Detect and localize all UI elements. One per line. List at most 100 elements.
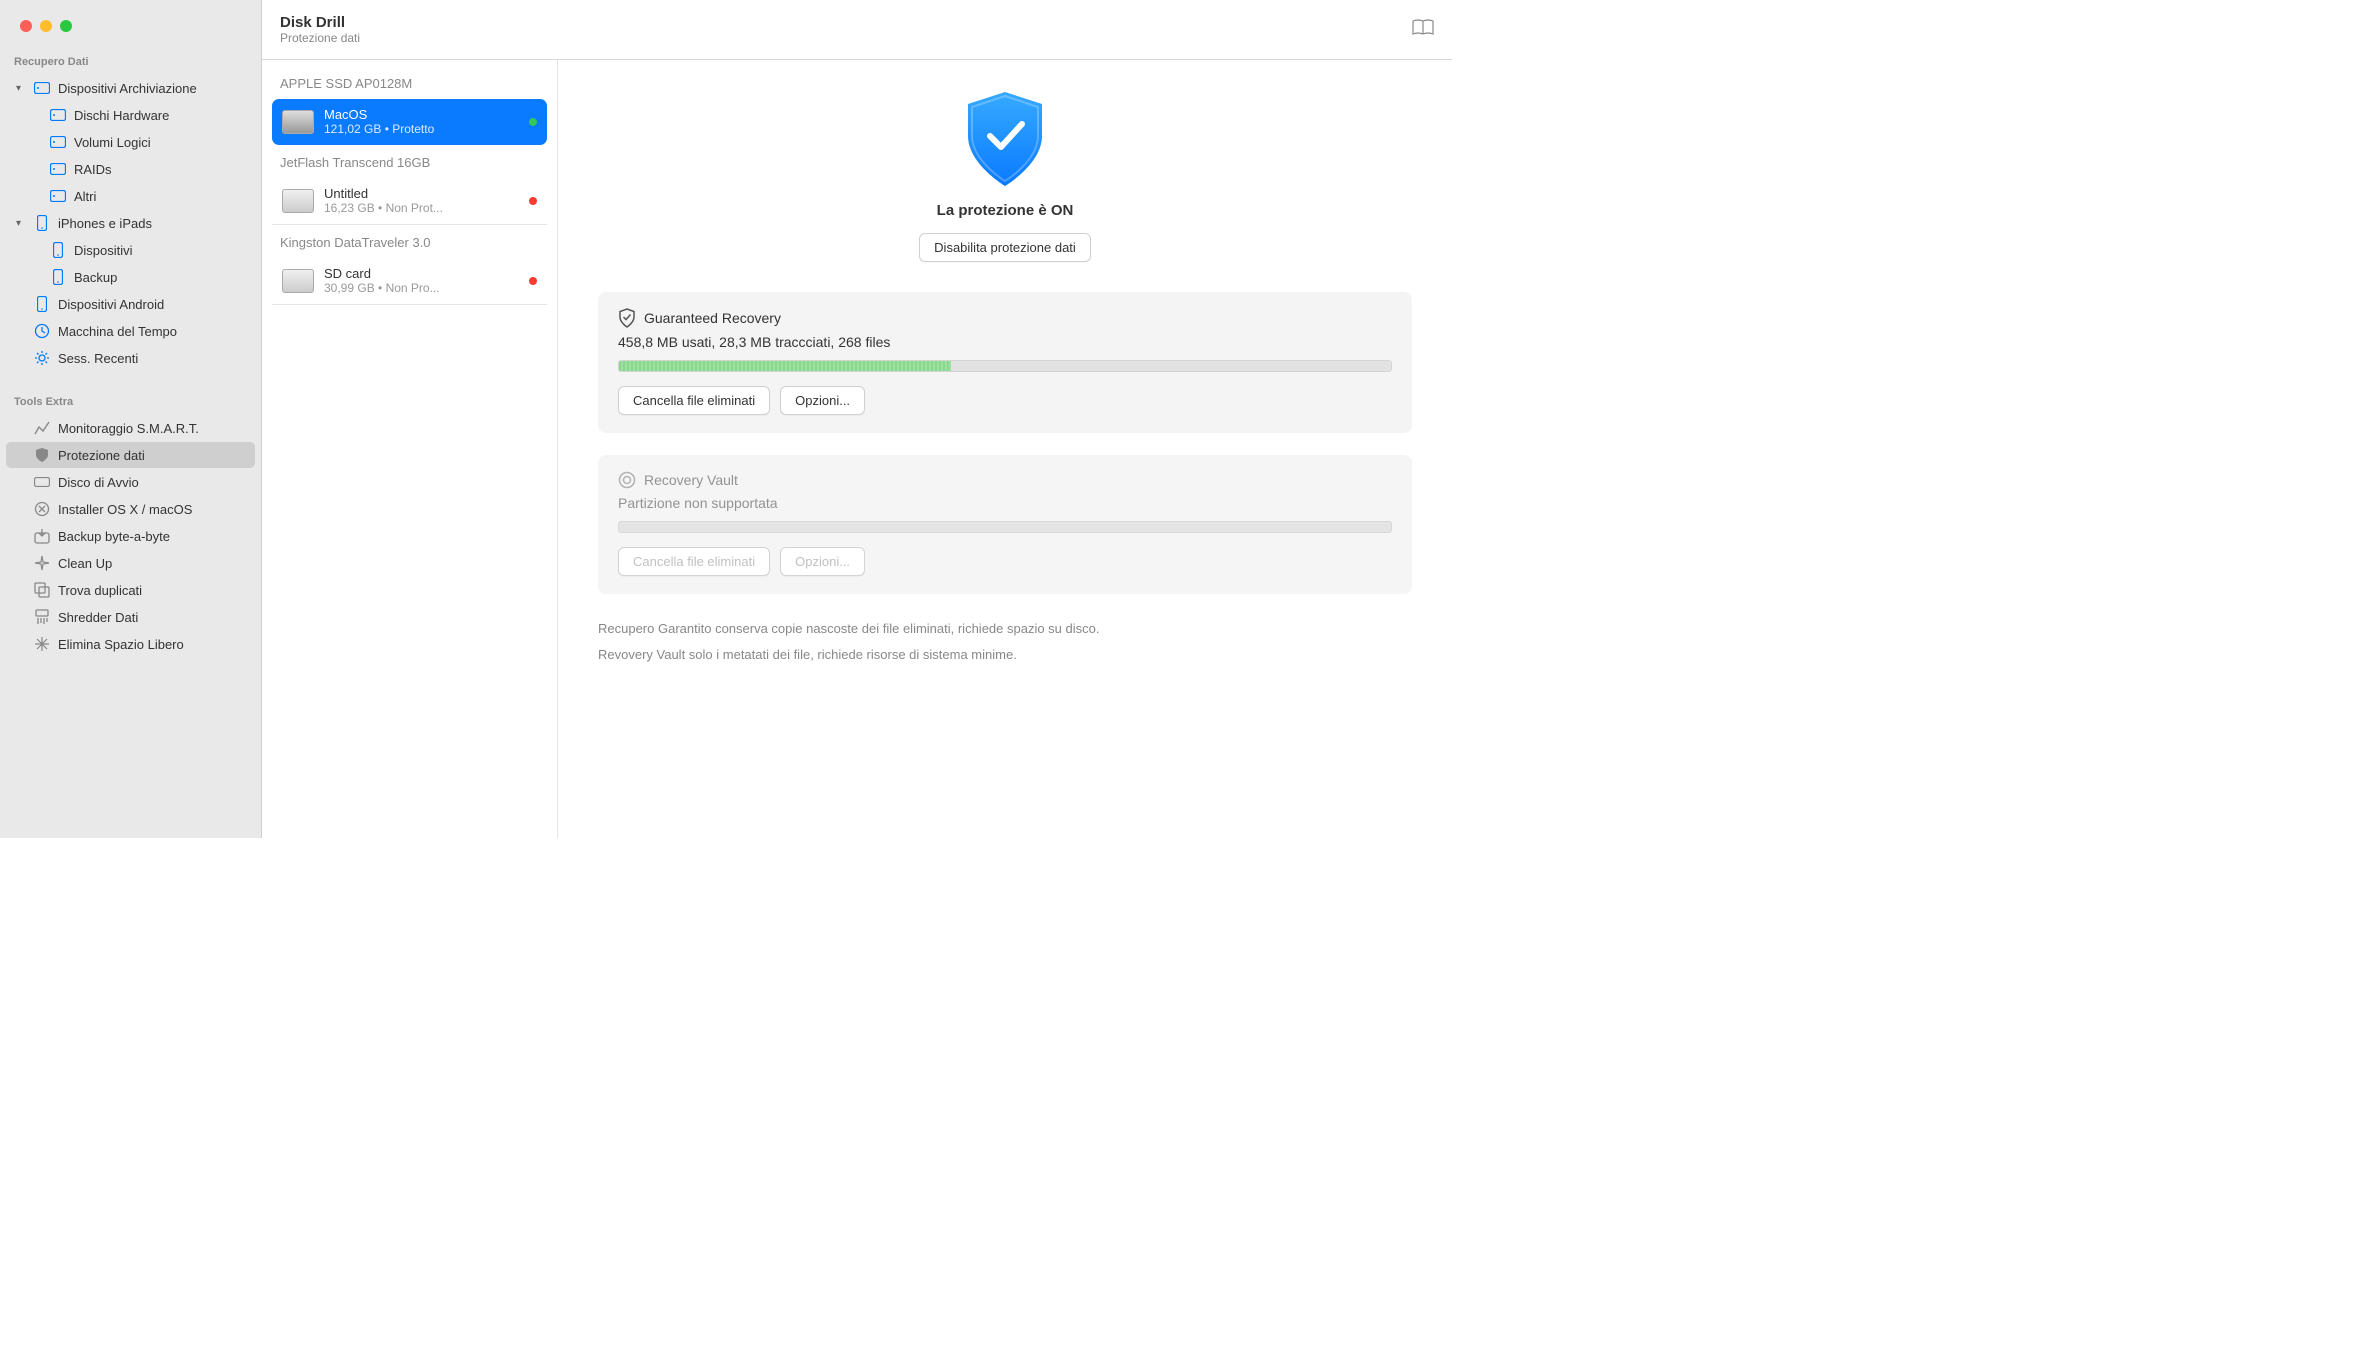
sidebar-label: Clean Up <box>58 556 112 571</box>
sidebar-item-iphones-ipads[interactable]: ▾ iPhones e iPads <box>6 210 255 236</box>
phone-icon <box>34 296 50 312</box>
gr-options-button[interactable]: Opzioni... <box>780 386 865 415</box>
sidebar-item-shredder[interactable]: Shredder Dati <box>6 604 255 630</box>
expand-icon <box>34 636 50 652</box>
status-dot-unprotected <box>529 277 537 285</box>
close-window-button[interactable] <box>20 20 32 32</box>
gr-clear-deleted-button[interactable]: Cancella file eliminati <box>618 386 770 415</box>
sidebar-item-installer[interactable]: Installer OS X / macOS <box>6 496 255 522</box>
help-button[interactable] <box>1412 19 1434 40</box>
gr-progress-fill <box>619 361 951 371</box>
sidebar-item-cleanup[interactable]: Clean Up <box>6 550 255 576</box>
clock-icon <box>34 323 50 339</box>
sidebar-item-byte-backup[interactable]: Backup byte-a-byte <box>6 523 255 549</box>
book-icon <box>1412 19 1434 37</box>
device-subtext: 16,23 GB • Non Prot... <box>324 201 519 215</box>
sidebar-item-boot-disk[interactable]: Disco di Avvio <box>6 469 255 495</box>
rv-clear-deleted-button: Cancella file eliminati <box>618 547 770 576</box>
panel-title: Guaranteed Recovery <box>644 310 781 326</box>
zoom-window-button[interactable] <box>60 20 72 32</box>
sidebar-item-duplicates[interactable]: Trova duplicati <box>6 577 255 603</box>
sidebar-item-data-protection[interactable]: Protezione dati <box>6 442 255 468</box>
sidebar-label: Disco di Avvio <box>58 475 139 490</box>
device-subtext: 30,99 GB • Non Pro... <box>324 281 519 295</box>
backup-icon <box>34 528 50 544</box>
external-drive-icon <box>282 189 314 213</box>
sidebar-item-recent-sessions[interactable]: Sess. Recenti <box>6 345 255 371</box>
drive-icon <box>50 134 66 150</box>
app-title: Disk Drill <box>280 14 360 31</box>
footnote-1: Recupero Garantito conserva copie nascos… <box>598 616 1412 642</box>
panel-title: Recovery Vault <box>644 472 738 488</box>
gr-progress-bar <box>618 360 1392 372</box>
device-list: APPLE SSD AP0128M MacOS 121,02 GB • Prot… <box>262 60 558 838</box>
device-group-header: APPLE SSD AP0128M <box>272 66 547 99</box>
sidebar-item-storage-devices[interactable]: ▾ Dispositivi Archiviazione <box>6 75 255 101</box>
sidebar-label: Backup <box>74 270 117 285</box>
drive-icon <box>50 188 66 204</box>
device-name: Untitled <box>324 186 519 201</box>
sidebar-item-raids[interactable]: RAIDs <box>6 156 255 182</box>
sidebar-label: Elimina Spazio Libero <box>58 637 184 652</box>
sparkle-icon <box>34 555 50 571</box>
guaranteed-recovery-panel: Guaranteed Recovery 458,8 MB usati, 28,3… <box>598 292 1412 433</box>
device-name: SD card <box>324 266 519 281</box>
sidebar-item-android[interactable]: Dispositivi Android <box>6 291 255 317</box>
device-item-untitled[interactable]: Untitled 16,23 GB • Non Prot... <box>272 178 547 224</box>
phone-icon <box>50 242 66 258</box>
sidebar-label: Dispositivi <box>74 243 133 258</box>
device-item-sdcard[interactable]: SD card 30,99 GB • Non Pro... <box>272 258 547 304</box>
footnote-2: Revovery Vault solo i metatati dei file,… <box>598 642 1412 668</box>
sidebar-item-smart[interactable]: Monitoraggio S.M.A.R.T. <box>6 415 255 441</box>
protection-hero: La protezione è ON Disabilita protezione… <box>598 90 1412 262</box>
external-drive-icon <box>282 269 314 293</box>
device-item-macos[interactable]: MacOS 121,02 GB • Protetto <box>272 99 547 145</box>
chevron-down-icon: ▾ <box>16 83 26 94</box>
shield-check-icon <box>960 90 1050 190</box>
device-group-header: JetFlash Transcend 16GB <box>272 145 547 178</box>
copy-icon <box>34 582 50 598</box>
sidebar-label: Protezione dati <box>58 448 145 463</box>
sidebar: Recupero Dati ▾ Dispositivi Archiviazion… <box>0 0 262 838</box>
sidebar-label: Trova duplicati <box>58 583 142 598</box>
protection-status-title: La protezione è ON <box>937 202 1074 219</box>
sidebar-label: Monitoraggio S.M.A.R.T. <box>58 421 199 436</box>
rv-options-button: Opzioni... <box>780 547 865 576</box>
main-content: La protezione è ON Disabilita protezione… <box>558 60 1452 838</box>
sidebar-label: Backup byte-a-byte <box>58 529 170 544</box>
sidebar-item-ios-devices[interactable]: Dispositivi <box>6 237 255 263</box>
status-dot-unprotected <box>529 197 537 205</box>
sidebar-item-other[interactable]: Altri <box>6 183 255 209</box>
hdd-icon <box>282 110 314 134</box>
sidebar-section-recovery: Recupero Dati <box>0 52 261 74</box>
shield-outline-icon <box>618 308 636 328</box>
shredder-icon <box>34 609 50 625</box>
disk-icon <box>34 474 50 490</box>
sidebar-item-time-machine[interactable]: Macchina del Tempo <box>6 318 255 344</box>
sidebar-item-hardware-disks[interactable]: Dischi Hardware <box>6 102 255 128</box>
sidebar-label: Dispositivi Android <box>58 297 164 312</box>
sidebar-item-ios-backup[interactable]: Backup <box>6 264 255 290</box>
drive-icon <box>50 161 66 177</box>
disable-protection-button[interactable]: Disabilita protezione dati <box>919 233 1091 262</box>
sidebar-section-tools: Tools Extra <box>0 392 261 414</box>
sidebar-label: Shredder Dati <box>58 610 138 625</box>
rv-stats: Partizione non supportata <box>618 495 1392 511</box>
x-circle-icon <box>34 501 50 517</box>
sidebar-label: iPhones e iPads <box>58 216 152 231</box>
sidebar-label: Installer OS X / macOS <box>58 502 192 517</box>
sidebar-item-logical-volumes[interactable]: Volumi Logici <box>6 129 255 155</box>
footnotes: Recupero Garantito conserva copie nascos… <box>598 616 1412 668</box>
main-area: Disk Drill Protezione dati APPLE SSD AP0… <box>262 0 1452 838</box>
sidebar-label: Altri <box>74 189 96 204</box>
divider <box>272 304 547 305</box>
minimize-window-button[interactable] <box>40 20 52 32</box>
drive-icon <box>34 80 50 96</box>
gear-icon <box>34 350 50 366</box>
sidebar-label: Sess. Recenti <box>58 351 138 366</box>
sidebar-item-free-space[interactable]: Elimina Spazio Libero <box>6 631 255 657</box>
shield-icon <box>34 447 50 463</box>
page-subtitle: Protezione dati <box>280 31 360 45</box>
rv-progress-bar <box>618 521 1392 533</box>
phone-icon <box>50 269 66 285</box>
